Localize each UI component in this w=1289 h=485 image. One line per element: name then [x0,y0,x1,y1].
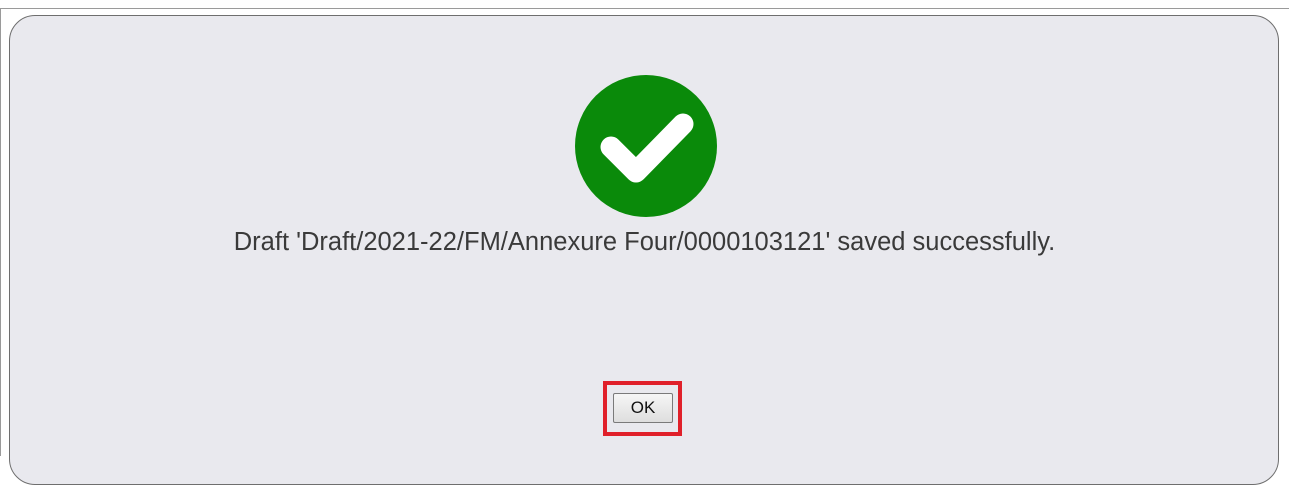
success-message: Draft 'Draft/2021-22/FM/Annexure Four/00… [233,228,1056,256]
check-circle-icon [575,75,717,217]
ok-button[interactable]: OK [613,393,673,423]
page-border-top [0,8,1289,9]
